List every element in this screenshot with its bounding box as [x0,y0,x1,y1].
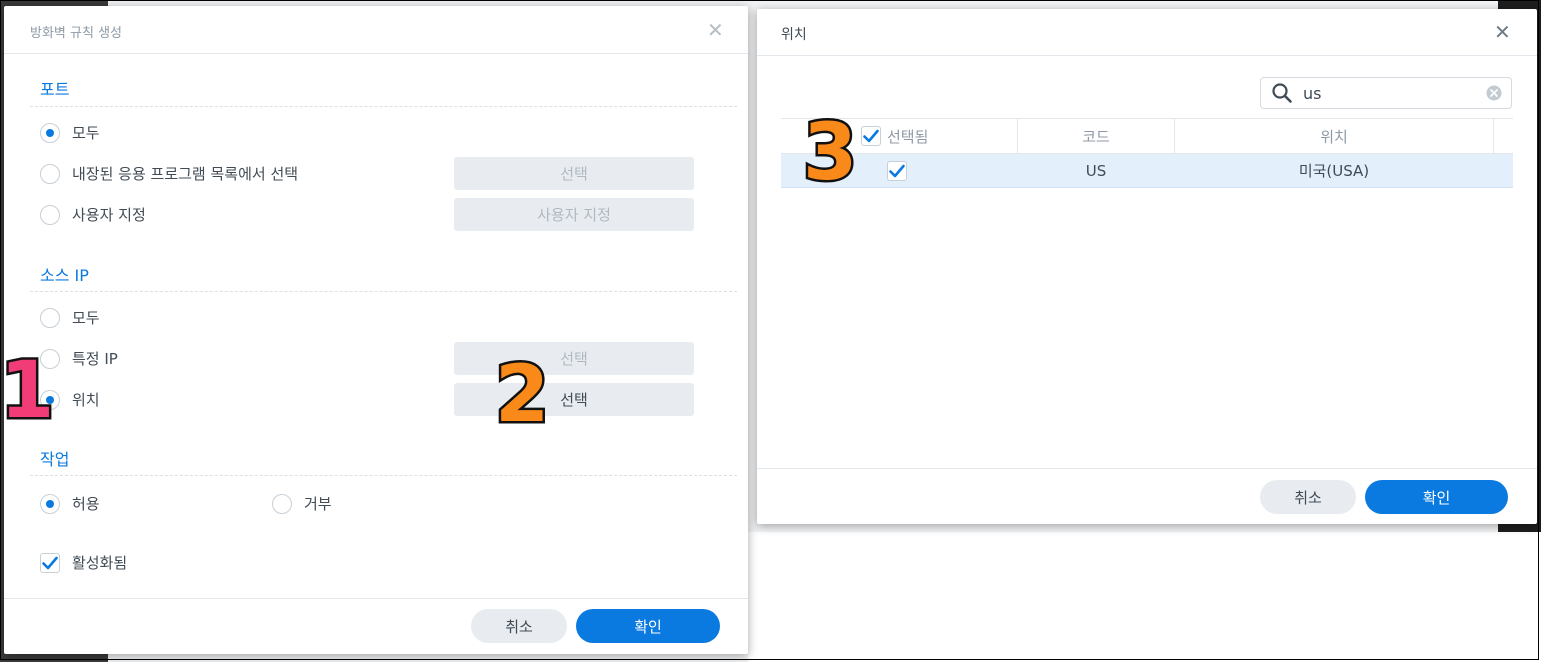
radio-label: 모두 [72,309,100,327]
radio-button[interactable] [272,493,292,514]
header-selected-label: 선택됨 [887,127,929,146]
radio-button[interactable] [40,122,60,143]
header-location[interactable]: 위치 [1175,119,1493,153]
table-row[interactable]: US 미국(USA) [781,154,1513,188]
checkbox-label: 활성화됨 [72,554,128,572]
clear-icon[interactable] [1486,85,1502,101]
radio-label: 내장된 응용 프로그램 목록에서 선택 [72,165,299,183]
search-icon [1272,83,1292,103]
radio-action-deny[interactable]: 거부 [272,493,332,514]
radio-button[interactable] [40,204,60,225]
location-select-button[interactable]: 선택 [454,383,694,416]
firewall-rule-dialog: 방화벽 규칙 생성 ✕ 포트 모두 내장된 응용 프로그램 목록에서 선택 사용… [4,6,748,654]
divider [4,53,748,54]
checkbox[interactable] [40,552,60,573]
step-3-annotation: 3 [800,108,859,198]
header-selected[interactable]: 선택됨 [861,119,928,153]
radio-label: 모두 [72,124,100,142]
enabled-checkbox[interactable]: 활성화됨 [40,552,127,573]
cancel-button[interactable]: 취소 [471,609,567,643]
column-separator [1493,119,1494,153]
radio-button[interactable] [40,493,60,514]
background-white-area [748,532,1541,662]
ok-button[interactable]: 확인 [576,609,720,643]
radio-button[interactable] [40,163,60,184]
step-2-annotation: 2 [492,350,551,440]
radio-ports-builtin[interactable]: 내장된 응용 프로그램 목록에서 선택 [40,163,298,184]
specific-ip-select-button[interactable]: 선택 [454,342,694,375]
row-location: 미국(USA) [1298,162,1370,180]
check-icon [889,164,905,177]
close-icon[interactable]: ✕ [707,20,724,40]
radio-ports-all[interactable]: 모두 [40,122,100,143]
ok-button[interactable]: 확인 [1365,480,1508,514]
radio-label: 허용 [72,495,100,513]
table-header: 선택됨 코드 위치 [781,118,1513,154]
radio-label: 위치 [72,391,100,409]
header-code[interactable]: 코드 [1018,119,1174,153]
search-field[interactable] [1260,77,1512,109]
section-divider [30,475,737,476]
section-ports-title: 포트 [40,80,70,99]
check-icon [863,129,879,143]
divider [4,598,748,599]
section-action-title: 작업 [40,450,70,469]
radio-action-allow[interactable]: 허용 [40,493,100,514]
section-source-ip-title: 소스 IP [40,266,89,285]
radio-source-all[interactable]: 모두 [40,307,100,328]
dialog-title: 방화벽 규칙 생성 [30,26,122,41]
ports-select-button[interactable]: 선택 [454,157,694,190]
search-input[interactable] [1303,83,1483,103]
check-icon [42,556,58,569]
row-checkbox-cell[interactable] [887,154,907,187]
select-all-checkbox[interactable] [861,126,881,146]
cancel-button[interactable]: 취소 [1260,480,1356,514]
section-divider [30,291,737,292]
section-divider [30,106,737,107]
row-code: US [1085,161,1107,180]
close-icon[interactable]: ✕ [1494,22,1511,42]
step-1-annotation: 1 [0,346,57,436]
ports-custom-button[interactable]: 사용자 지정 [454,198,694,231]
location-dialog: 위치 ✕ 선택됨 코드 위치 [757,9,1537,524]
radio-label: 거부 [304,495,332,513]
radio-label: 특정 IP [72,350,118,368]
divider [757,55,1537,56]
radio-label: 사용자 지정 [72,206,146,224]
row-checkbox[interactable] [887,160,907,181]
radio-ports-custom[interactable]: 사용자 지정 [40,204,146,225]
dialog-title: 위치 [781,27,807,43]
divider [757,468,1537,469]
radio-button[interactable] [40,307,60,328]
